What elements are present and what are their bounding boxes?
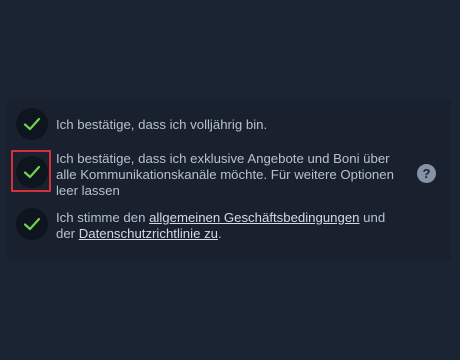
consent-panel: Ich bestätige, dass ich volljährig bin. … (7, 100, 451, 260)
terms-consent-label: Ich stimme den allgemeinen Geschäftsbedi… (56, 210, 401, 242)
age-confirm-checkbox[interactable] (16, 108, 48, 140)
terms-consent-checkbox[interactable] (16, 208, 48, 240)
terms-text-before: Ich stimme den (56, 210, 150, 225)
check-icon (23, 117, 41, 131)
check-icon (23, 217, 41, 231)
privacy-policy-link[interactable]: Datenschutzrichtlinie zu (79, 226, 218, 241)
offers-consent-checkbox[interactable] (16, 156, 48, 188)
age-confirm-label: Ich bestätige, dass ich volljährig bin. (56, 117, 268, 132)
terms-text-after: . (218, 226, 222, 241)
question-mark-icon[interactable]: ? (417, 164, 436, 183)
terms-link[interactable]: allgemeinen Geschäftsbedingungen (149, 210, 359, 225)
check-icon (23, 165, 41, 179)
offers-consent-label: Ich bestätige, dass ich exklusive Angebo… (56, 151, 394, 198)
